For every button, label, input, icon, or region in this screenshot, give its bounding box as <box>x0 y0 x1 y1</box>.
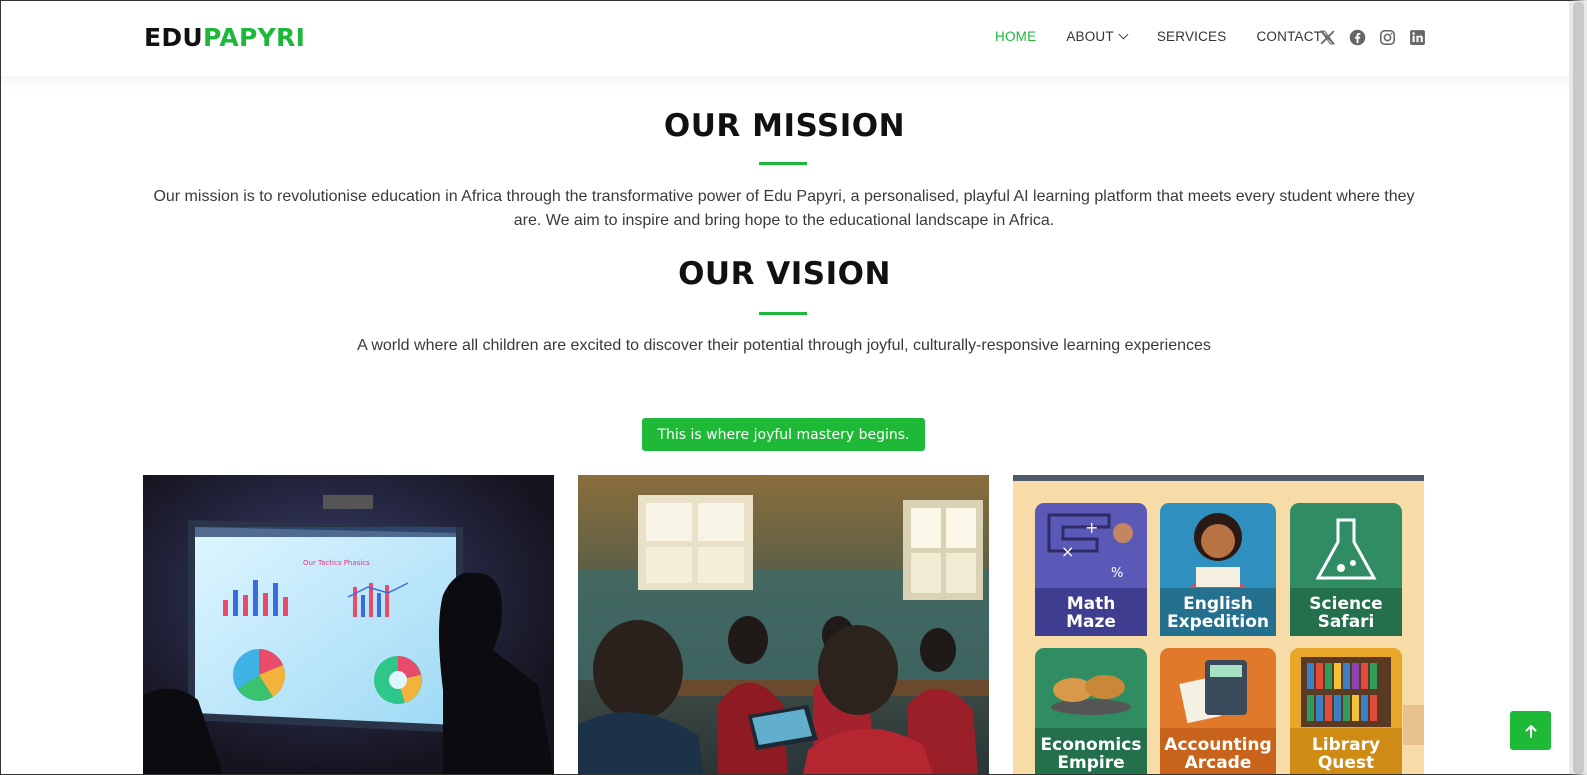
mission-text: Our mission is to revolutionise educatio… <box>153 188 1415 229</box>
game-label-quest: Quest <box>1318 753 1374 773</box>
nav-about[interactable]: ABOUT <box>1066 29 1129 44</box>
game-tile-english-expedition: English Expedition <box>1160 503 1276 636</box>
gallery-image-smartboard: Our Tactics Phasics <box>143 475 554 775</box>
site-header: EDUPAPYRI HOME ABOUT SERVICES CONTACT <box>0 0 1569 76</box>
game-tile-accounting-arcade: Accounting Arcade <box>1160 648 1276 775</box>
mission-title: OUR MISSION <box>663 108 906 144</box>
logo-text-edu: EDU <box>144 23 204 52</box>
game-label-arcade: Arcade <box>1185 753 1252 773</box>
game-label-science: Science <box>1309 594 1382 614</box>
game-label-english: English <box>1183 594 1253 614</box>
vision-title: OUR VISION <box>678 256 891 292</box>
game-tile-economics-empire: Economics Empire <box>1035 648 1147 775</box>
vision-title-underline <box>759 312 807 315</box>
game-tile-math-maze: × + % Math Maze <box>1035 503 1147 636</box>
nav-contact-label: CONTACT <box>1256 29 1323 44</box>
game-tile-library-quest: Library Quest <box>1290 648 1402 775</box>
svg-text:×: × <box>1061 542 1074 561</box>
nav-home[interactable]: HOME <box>995 29 1036 44</box>
scrollbar[interactable] <box>1573 2 1584 774</box>
vision-text: A world where all children are excited t… <box>357 337 1211 354</box>
social-links <box>1318 28 1438 46</box>
nav-home-label: HOME <box>995 29 1037 44</box>
nav-services[interactable]: SERVICES <box>1157 29 1227 44</box>
cta-label: This is where joyful mastery begins. <box>657 426 910 443</box>
mission-title-underline <box>759 162 807 165</box>
arrow-up-icon <box>1525 724 1536 738</box>
game-tile-science-safari: Science Safari <box>1290 503 1402 636</box>
game-label-library: Library <box>1312 735 1380 755</box>
svg-text:+: + <box>1085 518 1098 537</box>
nav-contact[interactable]: CONTACT <box>1256 29 1322 44</box>
back-to-top-button[interactable] <box>1510 711 1551 750</box>
chevron-down-icon <box>1118 29 1129 40</box>
instagram-icon[interactable] <box>1378 28 1396 46</box>
main-nav: HOME ABOUT SERVICES CONTACT <box>995 29 1352 44</box>
gallery-image-students-tablets <box>578 475 989 775</box>
game-label-economics: Economics <box>1041 735 1142 755</box>
site-logo[interactable]: EDUPAPYRI <box>144 23 305 52</box>
game-label-math: Math <box>1067 594 1116 614</box>
logo-text-papyri: PAPYRI <box>203 23 306 52</box>
nav-about-label: ABOUT <box>1066 29 1114 44</box>
facebook-icon[interactable] <box>1348 28 1366 46</box>
game-label-expedition: Expedition <box>1167 612 1269 632</box>
gallery-image-game-tiles: × + % Math Maze English Expedition Scien… <box>1013 475 1424 775</box>
linkedin-icon[interactable] <box>1408 28 1426 46</box>
svg-text:%: % <box>1111 566 1123 581</box>
game-label-safari: Safari <box>1318 612 1375 632</box>
joyful-mastery-button[interactable]: This is where joyful mastery begins. <box>642 418 925 451</box>
game-label-empire: Empire <box>1057 753 1124 773</box>
x-icon[interactable] <box>1318 28 1336 46</box>
game-label-maze: Maze <box>1066 612 1116 632</box>
nav-services-label: SERVICES <box>1156 29 1227 44</box>
game-label-accounting: Accounting <box>1164 735 1271 755</box>
smartboard-screen-title: Our Tactics Phasics <box>303 559 370 567</box>
